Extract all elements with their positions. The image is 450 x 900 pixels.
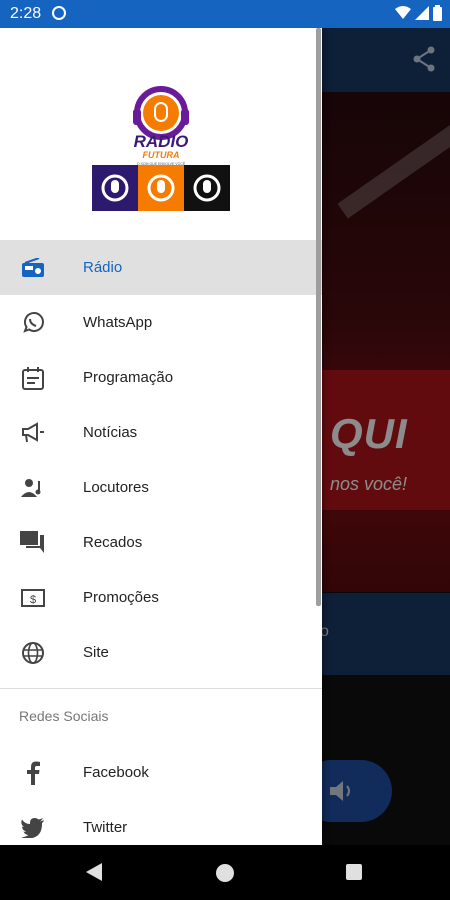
radio-icon [20, 255, 46, 281]
facebook-icon [20, 760, 46, 786]
wifi-icon [395, 6, 411, 19]
menu-label-promocoes: Promoções [83, 589, 159, 606]
logo-variant-purple [92, 165, 138, 211]
menu-item-twitter[interactable]: Twitter [0, 800, 322, 845]
twitter-icon [20, 815, 46, 841]
section-header-social: Redes Sociais [19, 708, 109, 724]
menu-item-radio[interactable]: Rádio [0, 240, 322, 295]
navigation-drawer: RADIO FUTURA O SOM QUE ENVOLVE VOCÊ Rádi… [0, 28, 322, 845]
logo-subword: FUTURA [143, 150, 180, 160]
drawer-scrollbar[interactable] [316, 28, 321, 606]
logo-variants-strip [92, 165, 230, 211]
menu-label-twitter: Twitter [83, 819, 128, 836]
recent-apps-icon[interactable] [346, 864, 362, 880]
menu-label-radio: Rádio [83, 259, 123, 276]
back-icon[interactable] [86, 863, 102, 881]
menu-item-site[interactable]: Site [0, 625, 322, 680]
megaphone-icon [20, 420, 46, 446]
menu-item-locutores[interactable]: Locutores [0, 460, 322, 515]
logo-variant-black [184, 165, 230, 211]
microphone-logo-icon [101, 174, 129, 202]
menu-label-facebook: Facebook [83, 764, 149, 781]
microphone-logo-icon [193, 174, 221, 202]
status-bar: 2:28 [0, 0, 450, 28]
menu-label-locutores: Locutores [83, 479, 149, 496]
menu-item-whatsapp[interactable]: WhatsApp [0, 295, 322, 350]
battery-icon [433, 5, 442, 21]
home-icon[interactable] [216, 864, 234, 882]
menu-label-whatsapp: WhatsApp [83, 314, 153, 331]
menu-label-programacao: Programação [83, 369, 174, 386]
logo-wordmark: RADIO [134, 132, 189, 151]
menu-item-promocoes[interactable]: $ Promoções [0, 570, 322, 625]
svg-text:$: $ [30, 594, 36, 606]
microphone-logo-icon [147, 174, 175, 202]
calendar-icon [20, 365, 46, 391]
menu-item-noticias[interactable]: Notícias [0, 405, 322, 460]
menu-label-recados: Recados [83, 534, 143, 551]
whatsapp-icon [20, 310, 46, 336]
drawer-header: RADIO FUTURA O SOM QUE ENVOLVE VOCÊ [0, 28, 322, 240]
menu-item-programacao[interactable]: Programação [0, 350, 322, 405]
chat-icon [20, 530, 46, 556]
menu-label-noticias: Notícias [83, 424, 138, 441]
system-navigation-bar [0, 845, 450, 900]
money-icon: $ [20, 585, 46, 611]
status-icons [395, 5, 442, 21]
menu-item-facebook[interactable]: Facebook [0, 745, 322, 800]
logo-variant-orange [138, 165, 184, 211]
status-time: 2:28 [10, 5, 42, 22]
drawer-divider [0, 688, 322, 689]
globe-icon [20, 640, 46, 666]
speaker-person-icon [20, 475, 46, 501]
menu-label-site: Site [83, 644, 109, 661]
signal-icon [415, 6, 429, 20]
menu-item-recados[interactable]: Recados [0, 515, 322, 570]
notification-icon [52, 6, 66, 20]
